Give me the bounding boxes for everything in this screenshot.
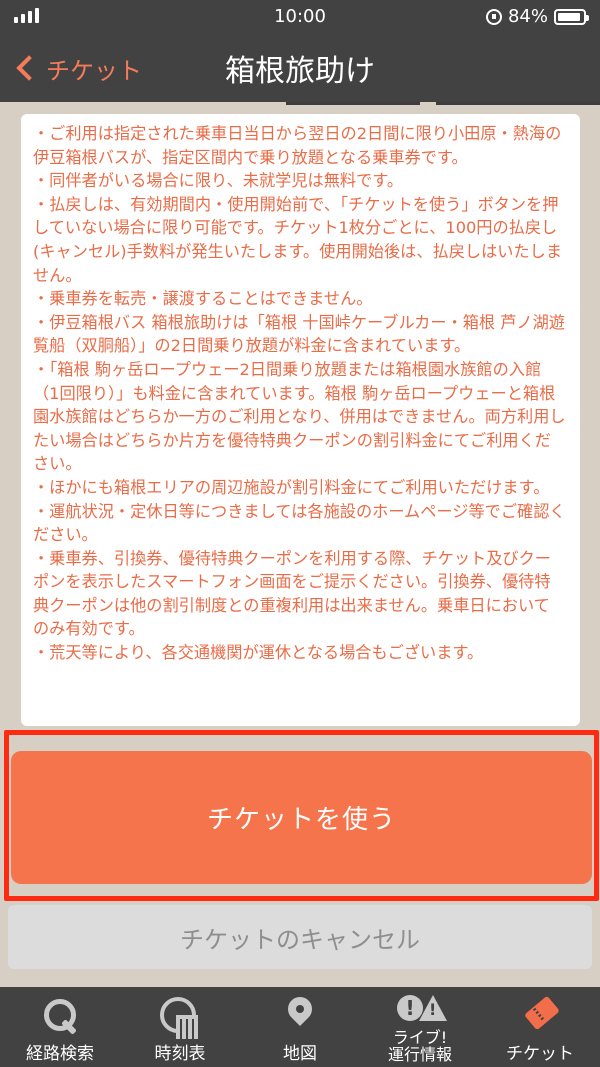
terms-item: ・同伴者がいる場合に限り、未就学児は無料です。 xyxy=(33,171,404,191)
terms-item: ・乗車券を転売・譲渡することはできません。 xyxy=(33,289,373,309)
tab-strip-remnant xyxy=(0,102,600,114)
terms-item: ・「箱根 駒ヶ岳ロープウェー2日間乗り放題または箱根園水族館の入館（1回限り）」… xyxy=(33,359,566,474)
tab-map[interactable]: 地図 xyxy=(240,987,360,1067)
bottom-tab-bar: 経路検索 時刻表 地図 !! ライブ! 運行情報 チケット xyxy=(0,987,600,1067)
terms-item: ・荒天等により、各交通機関が運休となる場合もございます。 xyxy=(33,643,484,663)
ticket-icon xyxy=(523,997,557,1031)
rotation-lock-icon xyxy=(485,8,502,25)
cancel-ticket-button[interactable]: チケットのキャンセル xyxy=(8,905,592,969)
battery-icon xyxy=(554,8,589,25)
use-ticket-button[interactable]: チケットを使う xyxy=(11,751,592,884)
terms-card[interactable]: ・ご利用は指定された乗車日当日から翌日の2日間に限り小田原・熱海の伊豆箱根バスが… xyxy=(21,114,580,726)
timetable-icon xyxy=(160,997,200,1039)
tab-live-info[interactable]: !! ライブ! 運行情報 xyxy=(360,987,480,1067)
nav-bar: チケット 箱根旅助け xyxy=(0,34,600,102)
tab-ticket[interactable]: チケット xyxy=(480,987,600,1067)
tab-label: チケット xyxy=(506,1044,574,1064)
terms-item: ・ご利用は指定された乗車日当日から翌日の2日間に限り小田原・熱海の伊豆箱根バスが… xyxy=(33,124,562,167)
tab-timetable[interactable]: 時刻表 xyxy=(120,987,240,1067)
terms-item: ・払戻しは、有効期間内・使用開始前で、「チケットを使う」ボタンを押していない場合… xyxy=(33,194,563,285)
terms-item: ・ほかにも箱根エリアの周辺施設が割引料金にてご利用いただけます。 xyxy=(33,477,550,497)
tab-label-line2: 運行情報 xyxy=(387,1045,452,1064)
tab-route-search[interactable]: 経路検索 xyxy=(0,987,120,1067)
terms-item: ・運航状況・定休日等につきましては各施設のホームページ等でご確認ください。 xyxy=(33,501,566,545)
live-alert-icon: !! xyxy=(395,995,447,1025)
status-bar: 10:00 84% xyxy=(0,0,600,34)
tab-label: 時刻表 xyxy=(154,1044,206,1064)
terms-item: ・乗車券、引換券、優待特典クーポンを利用する際、チケット及びクーポンを表示したス… xyxy=(33,548,551,639)
terms-item: ・伊豆箱根バス 箱根旅助けは「箱根 十国峠ケーブルカー・箱根 芦ノ湖遊覧船（双胴… xyxy=(33,312,565,356)
page-title: 箱根旅助け xyxy=(225,54,375,89)
map-pin-icon xyxy=(285,997,315,1037)
tab-label: 地図 xyxy=(283,1044,317,1064)
tab-label: 経路検索 xyxy=(26,1044,94,1064)
tab-label-line1: ライブ! xyxy=(392,1028,448,1047)
search-icon xyxy=(42,997,78,1035)
battery-percent: 84% xyxy=(507,6,548,27)
